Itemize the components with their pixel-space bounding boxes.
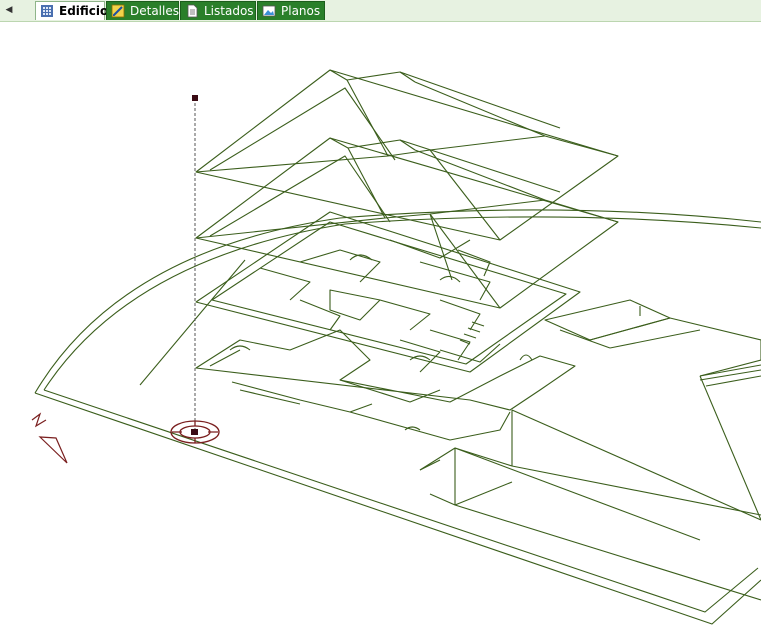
camera-marker[interactable] [170, 95, 220, 444]
tab-label: Listados [204, 4, 254, 18]
tab-label: Detalles [130, 4, 179, 18]
tab-listados[interactable]: Listados [180, 1, 256, 20]
foundation [419, 409, 761, 601]
building-grid-icon [41, 5, 53, 17]
roof-lower [195, 137, 619, 309]
terrain-boundary [34, 209, 761, 394]
tab-edificio[interactable]: Edificio [35, 1, 109, 20]
tab-planos[interactable]: Planos [257, 1, 325, 20]
details-edit-icon [111, 4, 125, 18]
floor-plan-ground [195, 321, 576, 441]
wireframe-building-model[interactable] [0, 22, 761, 634]
plot-outline [43, 389, 759, 613]
document-list-icon [187, 4, 198, 18]
tab-detalles[interactable]: Detalles [106, 1, 179, 20]
plot-outline [139, 259, 246, 386]
north-arrow-icon [31, 412, 68, 464]
plans-image-icon [262, 5, 276, 17]
3d-model-viewport[interactable] [0, 22, 761, 634]
tab-label: Planos [281, 4, 321, 18]
scroll-left-icon[interactable]: ◀ [2, 3, 16, 17]
roof-top [195, 69, 619, 241]
tab-bar: ◀ Edificio Detalles Listados Planos [0, 0, 761, 22]
terrain-boundary [43, 216, 761, 391]
tab-label: Edificio [59, 4, 109, 18]
annex-structure [544, 299, 761, 521]
